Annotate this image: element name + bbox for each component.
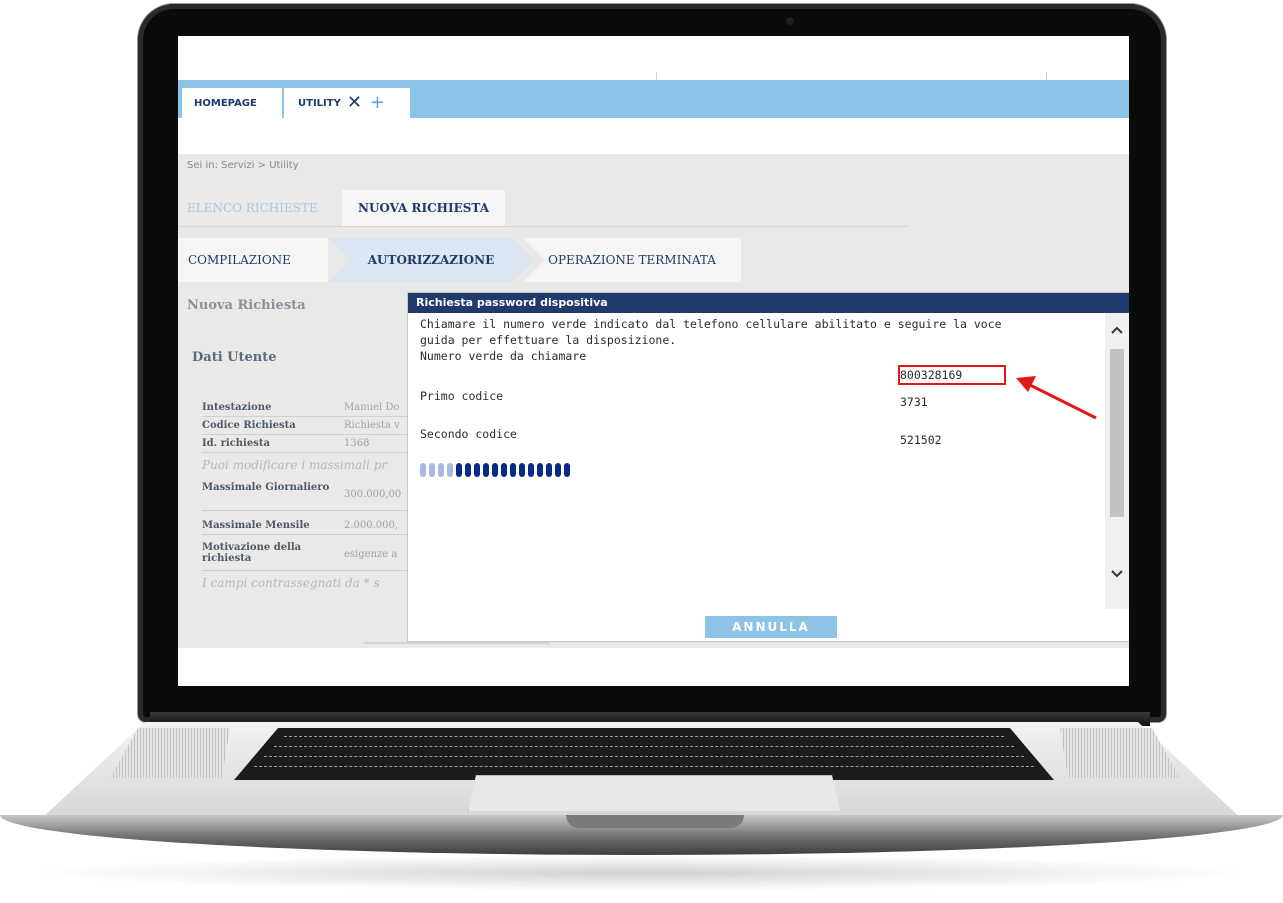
password-dialog: Richiesta password dispositiva Chiamare … — [407, 292, 1129, 642]
field-value: 2.000.000, — [344, 520, 399, 531]
second-code-value: 521502 — [900, 433, 942, 447]
breadcrumb: Sei in: Servizi > Utility — [187, 160, 299, 171]
sub-tabs: ELENCO RICHIESTE NUOVA RICHIESTA — [178, 190, 908, 227]
field-label: Id. richiesta — [202, 438, 270, 449]
progress-segment — [555, 463, 561, 477]
step-operazione-terminata: OPERAZIONE TERMINATA — [523, 238, 741, 282]
progress-segment — [501, 463, 507, 477]
tab-bar: HOMEPAGE UTILITY ✕ + — [178, 80, 1129, 118]
field-value: Richiesta v — [344, 420, 400, 431]
tab-label: UTILITY — [298, 97, 341, 109]
chevron-down-icon[interactable] — [1105, 565, 1129, 585]
key-row — [264, 756, 1024, 763]
field-label: Codice Richiesta — [202, 420, 296, 431]
progress-segment — [546, 463, 552, 477]
subtab-nuova-richiesta[interactable]: NUOVA RICHIESTA — [342, 190, 505, 226]
field-label: Massimale Giornaliero — [202, 482, 330, 493]
field-value: esigenze a — [344, 549, 398, 560]
divider — [656, 72, 657, 80]
progress-segment — [447, 463, 453, 477]
tab-homepage[interactable]: HOMEPAGE — [182, 88, 282, 118]
subtab-elenco-richieste[interactable]: ELENCO RICHIESTE — [187, 190, 318, 226]
scrollbar-thumb[interactable] — [1110, 349, 1124, 517]
field-value: 1368 — [344, 438, 370, 449]
divider — [1046, 72, 1047, 80]
camera-icon — [786, 17, 794, 25]
field-value: 300.000,00 — [344, 489, 402, 500]
note-required-fields: I campi contrassegnati da * s — [202, 576, 380, 590]
field-label: Massimale Mensile — [202, 520, 310, 531]
tab-utility[interactable]: UTILITY ✕ + — [284, 88, 410, 118]
second-code-label: Secondo codice — [420, 427, 517, 441]
field-label: Intestazione — [202, 402, 272, 413]
progress-segment — [420, 463, 426, 477]
field-label: Motivazione della richiesta — [202, 542, 302, 564]
progress-segment — [510, 463, 516, 477]
lid-notch — [566, 815, 744, 828]
top-strip — [178, 36, 1129, 80]
highlight-box — [898, 365, 1006, 385]
divider — [364, 642, 550, 644]
step-autorizzazione: AUTORIZZAZIONE — [328, 238, 534, 282]
progress-segment — [528, 463, 534, 477]
progress-segment — [474, 463, 480, 477]
progress-segment — [438, 463, 444, 477]
user-data-title: Dati Utente — [192, 350, 277, 365]
first-code-label: Primo codice — [420, 389, 504, 403]
scrollbar[interactable] — [1105, 313, 1129, 609]
first-code-value: 3731 — [900, 395, 928, 409]
key-row — [254, 766, 1034, 773]
wizard-steps: COMPILAZIONE OPERAZIONE TERMINATA AUTORI… — [178, 238, 741, 282]
progress-segment — [537, 463, 543, 477]
progress-indicator — [420, 463, 570, 477]
close-icon[interactable]: ✕ — [347, 94, 362, 112]
progress-segment — [429, 463, 435, 477]
step-compilazione: COMPILAZIONE — [178, 238, 328, 282]
laptop-shadow — [30, 855, 1253, 891]
dialog-body: Chiamare il numero verde indicato dal te… — [408, 313, 1104, 609]
key-row — [284, 736, 1004, 743]
section-title: Nuova Richiesta — [187, 298, 306, 313]
instruction-text: Chiamare il numero verde indicato dal te… — [420, 317, 1002, 331]
screen: HOMEPAGE UTILITY ✕ + Sei in: Servizi > U… — [178, 36, 1129, 686]
chevron-up-icon[interactable] — [1105, 321, 1129, 341]
note-modify-limits: Puoi modificare i massimali pr — [202, 458, 388, 472]
progress-segment — [483, 463, 489, 477]
cancel-button[interactable]: ANNULLA — [705, 616, 837, 638]
tab-label: HOMEPAGE — [194, 97, 257, 109]
progress-segment — [456, 463, 462, 477]
key-row — [274, 746, 1014, 753]
trackpad — [468, 775, 840, 811]
white-band — [178, 118, 1129, 154]
speaker-left — [110, 728, 230, 778]
dialog-title: Richiesta password dispositiva — [408, 293, 1129, 313]
keyboard — [234, 728, 1054, 780]
arrow-icon — [1016, 376, 1097, 420]
progress-segment — [519, 463, 525, 477]
progress-segment — [492, 463, 498, 477]
speaker-right — [1060, 728, 1180, 778]
add-tab-icon[interactable]: + — [370, 94, 385, 112]
progress-segment — [564, 463, 570, 477]
instruction-text: guida per effettuare la disposizione. — [420, 333, 677, 347]
progress-segment — [465, 463, 471, 477]
field-value: Manuel Do — [344, 402, 400, 413]
number-label: Numero verde da chiamare — [420, 349, 587, 363]
